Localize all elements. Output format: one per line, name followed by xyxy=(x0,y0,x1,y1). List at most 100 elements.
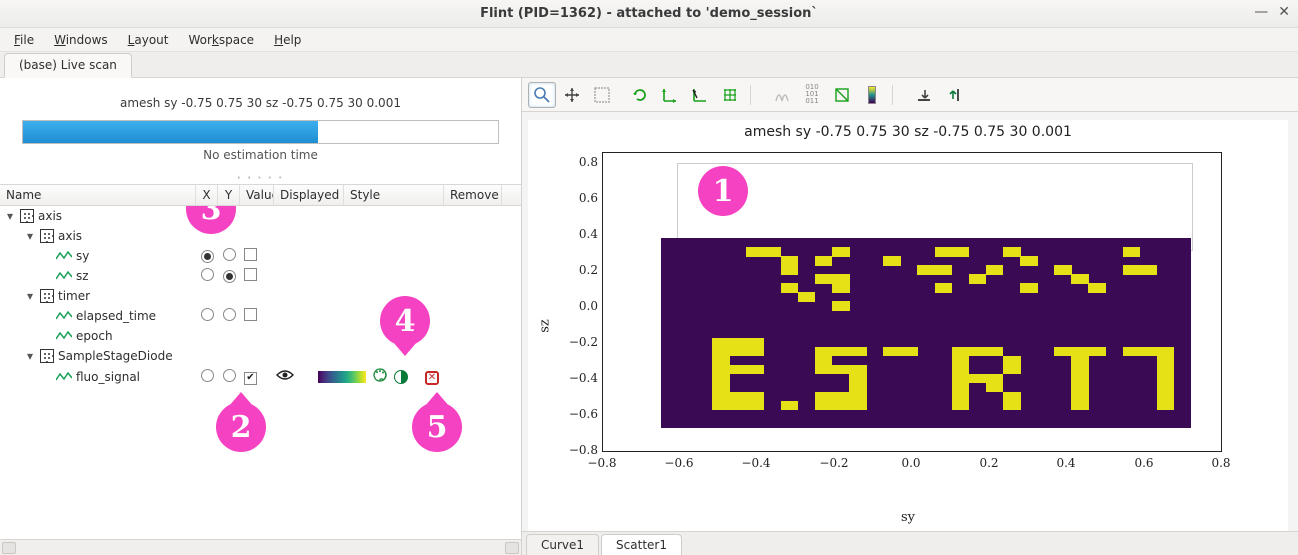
radio-x-elapsed[interactable] xyxy=(201,308,214,321)
menubar: File Windows Layout Workspace Help xyxy=(0,28,1298,52)
tree-label: timer xyxy=(58,289,90,303)
tree-row-timer[interactable]: ▾ timer xyxy=(0,286,521,306)
radio-x-fluo[interactable] xyxy=(201,369,214,382)
zoom-icon[interactable] xyxy=(528,82,556,108)
tree-row-device[interactable]: ▾ SampleStageDiode xyxy=(0,346,521,366)
signal-icon xyxy=(56,251,72,261)
radio-y-sy[interactable] xyxy=(223,248,236,261)
radio-y-sz[interactable] xyxy=(223,270,236,283)
tree-row-fluo[interactable]: fluo_signal ✕ xyxy=(0,366,521,388)
radio-x-sy[interactable] xyxy=(201,250,214,263)
grid-icon[interactable] xyxy=(716,82,744,108)
tree-label: elapsed_time xyxy=(76,309,156,323)
tab-curve1[interactable]: Curve1 xyxy=(526,534,599,555)
horizontal-scrollbar[interactable] xyxy=(0,539,521,555)
splitter-handle[interactable]: • • • • • xyxy=(0,168,521,184)
checkbox-val-elapsed[interactable] xyxy=(244,308,257,321)
tree-label: sy xyxy=(76,249,89,263)
xtick: 0.4 xyxy=(1056,456,1075,470)
xtick: 0.8 xyxy=(1211,456,1230,470)
mask-icon[interactable] xyxy=(828,82,856,108)
plot-toolbar: 010101011 xyxy=(522,78,1298,112)
tree-row-sz[interactable]: sz xyxy=(0,266,521,286)
crosshair-icon[interactable] xyxy=(686,82,714,108)
histogram-icon[interactable] xyxy=(768,82,796,108)
col-header-displayed[interactable]: Displayed xyxy=(274,185,344,205)
ytick: 0.2 xyxy=(542,263,598,277)
callout-5: 5 xyxy=(412,402,462,452)
scroll-left-icon[interactable] xyxy=(2,542,16,554)
tree-row-axis-root[interactable]: ▾ axis xyxy=(0,206,521,226)
ytick: −0.6 xyxy=(542,407,598,421)
binary-icon[interactable]: 010101011 xyxy=(798,82,826,108)
tab-live-scan[interactable]: (base) Live scan xyxy=(4,53,132,78)
checkbox-val-sy[interactable] xyxy=(244,248,257,261)
radio-x-sz[interactable] xyxy=(201,268,214,281)
tree-label: axis xyxy=(58,229,82,243)
palette-icon[interactable] xyxy=(372,367,388,387)
expand-icon[interactable]: ▾ xyxy=(24,349,36,363)
col-header-style[interactable]: Style xyxy=(344,185,444,205)
col-header-y[interactable]: Y xyxy=(218,185,240,205)
tabstrip: (base) Live scan xyxy=(0,52,1298,78)
window-minimize-icon[interactable]: — xyxy=(1254,4,1268,20)
colorbar-icon[interactable] xyxy=(858,82,886,108)
heatmap xyxy=(661,238,1191,428)
plot-tabs: Curve1 Scatter1 xyxy=(522,531,1298,555)
ytick: 0.4 xyxy=(542,227,598,241)
ytick: 0.0 xyxy=(542,299,598,313)
tab-scatter1[interactable]: Scatter1 xyxy=(601,534,682,555)
window-close-icon[interactable]: ✕ xyxy=(1278,4,1290,20)
tree-row-sy[interactable]: sy xyxy=(0,246,521,266)
radio-y-elapsed[interactable] xyxy=(223,308,236,321)
refresh-icon[interactable] xyxy=(626,82,654,108)
import-icon[interactable] xyxy=(910,82,938,108)
menu-file[interactable]: File xyxy=(6,31,42,49)
window-title: Flint (PID=1362) - attached to 'demo_ses… xyxy=(480,6,818,21)
plot-area[interactable]: amesh sy -0.75 0.75 30 sz -0.75 0.75 30 … xyxy=(528,120,1288,531)
callout-4: 4 xyxy=(380,296,430,346)
left-panel: amesh sy -0.75 0.75 30 sz -0.75 0.75 30 … xyxy=(0,78,522,555)
menu-layout[interactable]: Layout xyxy=(120,31,177,49)
tree-label: epoch xyxy=(76,329,113,343)
remove-icon[interactable]: ✕ xyxy=(425,371,439,385)
contrast-icon[interactable] xyxy=(394,370,408,384)
signal-icon xyxy=(56,372,72,382)
xtick: 0.2 xyxy=(979,456,998,470)
checkbox-val-sz[interactable] xyxy=(244,268,257,281)
auto-icon[interactable] xyxy=(588,82,616,108)
scatter-icon xyxy=(40,289,54,303)
col-header-name[interactable]: Name xyxy=(0,185,196,205)
col-header-remove[interactable]: Remove xyxy=(444,185,502,205)
ytick: 0.6 xyxy=(542,191,598,205)
tree-row-elapsed[interactable]: elapsed_time xyxy=(0,306,521,326)
col-header-value[interactable]: Value xyxy=(240,185,274,205)
pan-icon[interactable] xyxy=(558,82,586,108)
menu-windows[interactable]: Windows xyxy=(46,31,116,49)
expand-icon[interactable]: ▾ xyxy=(24,289,36,303)
expand-icon[interactable]: ▾ xyxy=(24,229,36,243)
xtick: −0.2 xyxy=(819,456,848,470)
tree-row-axis[interactable]: ▾ axis xyxy=(0,226,521,246)
expand-icon[interactable]: ▾ xyxy=(4,209,16,223)
scroll-right-icon[interactable] xyxy=(505,542,519,554)
scan-progress xyxy=(22,120,499,144)
signal-icon xyxy=(56,271,72,281)
scatter-icon xyxy=(40,349,54,363)
col-header-x[interactable]: X xyxy=(196,185,218,205)
eye-icon[interactable] xyxy=(276,369,294,385)
window-titlebar: Flint (PID=1362) - attached to 'demo_ses… xyxy=(0,0,1298,28)
menu-help[interactable]: Help xyxy=(266,31,309,49)
plot-axes[interactable] xyxy=(602,152,1222,452)
colormap-bar[interactable] xyxy=(318,371,366,383)
ytick: −0.8 xyxy=(542,443,598,457)
menu-workspace[interactable]: Workspace xyxy=(180,31,262,49)
radio-y-fluo[interactable] xyxy=(223,369,236,382)
tree-label: sz xyxy=(76,269,89,283)
tree-row-epoch[interactable]: epoch xyxy=(0,326,521,346)
chart-icon xyxy=(20,209,34,223)
xtick: 0.6 xyxy=(1134,456,1153,470)
axis-tool-icon[interactable] xyxy=(656,82,684,108)
export-icon[interactable] xyxy=(940,82,968,108)
scan-estimation: No estimation time xyxy=(16,148,505,162)
